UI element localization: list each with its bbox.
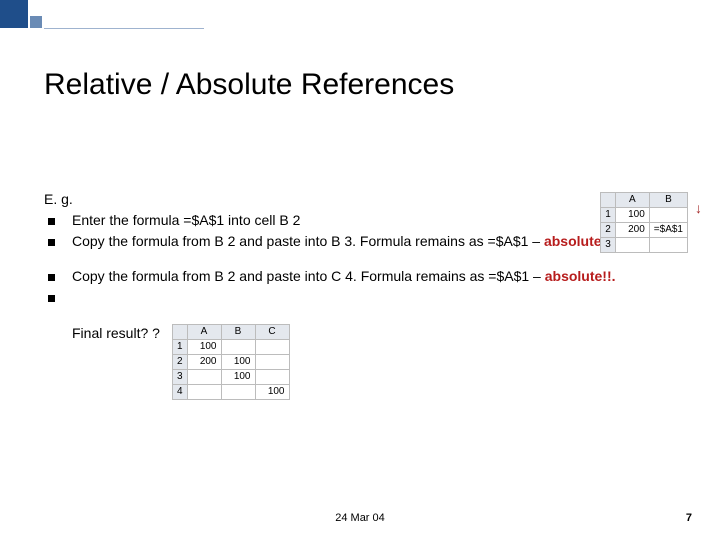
bullet-row: [44, 288, 684, 307]
example-spreadsheet-wrapper: A B 1100 2200=$A$1 3: [600, 192, 688, 253]
corner-decoration-small: [30, 16, 42, 28]
slide-body: E. g. Enter the formula =$A$1 into cell …: [44, 190, 684, 400]
example-label: E. g.: [44, 190, 684, 209]
bullet-text: Enter the formula =$A$1 into cell B 2: [72, 211, 684, 230]
bullet-text: Copy the formula from B 2 and paste into…: [72, 232, 684, 251]
final-result-row: Final result? ? A B C 1100 2200100 3100 …: [72, 324, 684, 400]
footer-page-number: 7: [686, 512, 692, 524]
footer-date: 24 Mar 04: [335, 512, 385, 524]
bullet-icon: [48, 239, 55, 246]
final-result-label: Final result? ?: [72, 324, 160, 343]
bullet-row: Enter the formula =$A$1 into cell B 2: [44, 211, 684, 230]
result-spreadsheet: A B C 1100 2200100 3100 4100: [172, 324, 290, 400]
bullet-icon: [48, 218, 55, 225]
arrow-down-icon: ↓: [695, 200, 702, 216]
bullet-icon: [48, 274, 55, 281]
bullet-row: Copy the formula from B 2 and paste into…: [44, 232, 684, 251]
corner-decoration-line: [44, 28, 204, 29]
example-spreadsheet: A B 1100 2200=$A$1 3: [600, 192, 688, 253]
corner-decoration-large: [0, 0, 28, 28]
slide-title: Relative / Absolute References: [44, 68, 454, 102]
bullet-row: Copy the formula from B 2 and paste into…: [44, 267, 684, 286]
bullet-text: Copy the formula from B 2 and paste into…: [72, 267, 684, 286]
bullet-icon: [48, 295, 55, 302]
